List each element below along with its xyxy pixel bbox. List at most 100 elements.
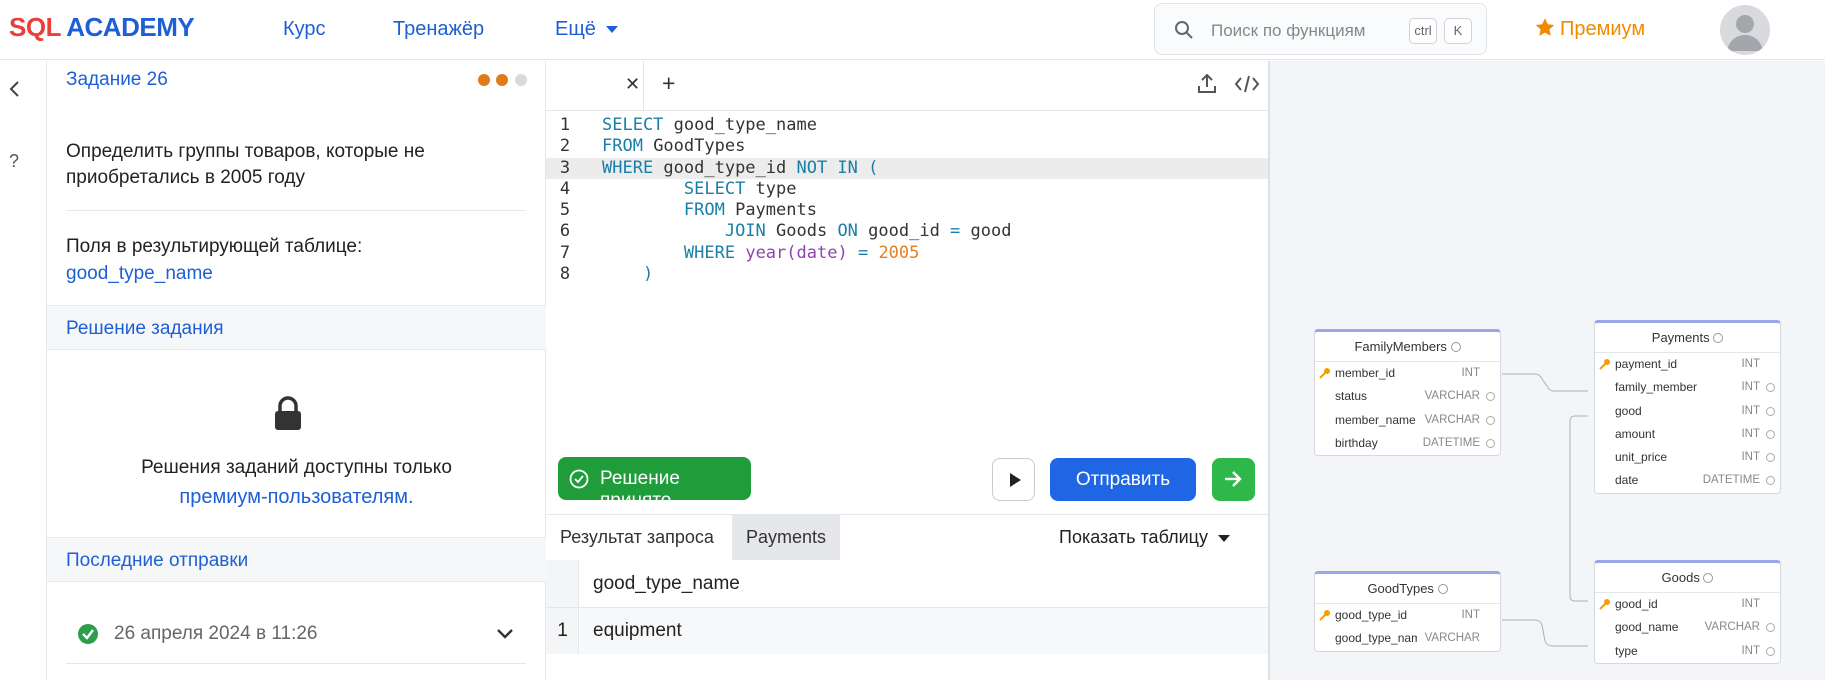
user-icon [1727,15,1763,51]
key-icon [1599,359,1610,370]
table-familymembers[interactable]: FamilyMembers member_id INT status VARCHAR… [1314,329,1501,457]
field-row: family_member INT [1595,376,1780,399]
solution-header[interactable]: Решение задания [47,305,546,350]
search-input[interactable]: Поиск по функциям [1211,21,1365,41]
close-icon[interactable]: ✕ [625,74,640,95]
help-icon [1486,438,1495,448]
next-task-button[interactable] [1212,458,1255,501]
arrow-right-icon [1225,471,1242,487]
field-type: INT [1461,609,1480,621]
tab-query-result[interactable]: Результат запроса [546,515,728,560]
show-table-dropdown[interactable]: Показать таблицу [1059,515,1230,560]
search-box[interactable]: Поиск по функциям ctrl K [1154,3,1487,55]
table-payments[interactable]: Payments payment_id INT family_member INT … [1594,320,1781,494]
show-table-label: Показать таблицу [1059,527,1208,547]
premium-users-link[interactable]: премиум-пользователям. [47,486,546,509]
plus-icon[interactable]: + [662,70,675,97]
code-editor[interactable]: ✕ + 1 SELECT good_type_name 2 FROM GoodTyp… [546,61,1268,514]
task-panel: Задание 26 Определить группы товаров, ко… [47,61,546,680]
kbd-k: K [1444,18,1472,44]
field-row: birthday DATETIME [1315,432,1500,455]
chevron-down-icon[interactable] [496,628,514,640]
submission-date[interactable]: 26 апреля 2024 в 11:26 [114,623,317,645]
top-bar: SQL ACADEMY Курс Тренажёр Ещё Поиск по ф… [0,0,1825,60]
send-button[interactable]: Отправить [1050,458,1196,501]
field-type: DATETIME [1422,436,1480,449]
field-type: INT [1741,381,1760,394]
check-circle-icon [78,624,98,649]
code-line: FROM Payments [683,200,817,221]
run-button[interactable] [992,458,1035,501]
schema-diagram[interactable]: FamilyMembers member_id INT status VARCHAR… [1268,61,1825,680]
field-name: good [1615,403,1642,418]
field-type: INT [1741,451,1760,464]
submissions-header[interactable]: Последние отправки [47,537,546,582]
chevron-down-icon [1217,534,1230,542]
tab-payments[interactable]: Payments [732,515,841,560]
code-line: WHERE good_type_id NOT IN ( [602,157,879,178]
line-number: 2 [559,136,571,157]
upload-icon[interactable] [1197,73,1217,95]
field-name: status [1335,389,1368,404]
help-icon[interactable]: ? [9,151,19,172]
nav-more[interactable]: Ещё [555,18,618,41]
field-row: unit_price INT [1595,446,1780,469]
logo[interactable]: SQL ACADEMY [9,12,195,43]
field-row: good_type_id INT [1315,604,1500,627]
field-row: type INT [1595,640,1780,663]
difficulty-indicator [478,73,527,91]
table-name: Goods [1661,570,1700,585]
code-icon[interactable] [1234,73,1260,95]
nav-trainer[interactable]: Тренажёр [393,18,484,41]
field-type: DATETIME [1702,474,1760,487]
field-name: member_id [1335,366,1396,380]
table-title: Payments [1595,323,1780,353]
fields-label: Поля в результирующей таблице: [66,236,363,257]
field-name: good_type_id [1335,608,1408,622]
premium-link[interactable]: Премиум [1534,17,1645,41]
key-icon [1599,599,1610,610]
code-line: JOIN Goods ON good_id = good [724,221,1012,242]
help-icon [1766,406,1775,416]
avatar[interactable] [1720,5,1770,55]
code-area[interactable]: 1 SELECT good_type_name 2 FROM GoodTypes 3… [546,115,1268,285]
chevron-left-icon[interactable] [8,79,22,99]
line-number: 5 [559,200,571,221]
line-number: 3 [559,157,571,178]
help-icon [1766,453,1775,463]
result-table: good_type_name 1 equipment [546,560,1268,681]
field-row: good_id INT [1595,593,1780,616]
table-title: FamilyMembers [1315,332,1500,362]
divider [66,663,526,664]
line-number: 4 [559,178,571,199]
results-panel: Результат запроса Payments Показать табл… [546,514,1268,680]
field-type: VARCHAR [1424,632,1480,645]
code-line: FROM GoodTypes [602,136,746,157]
field-row: amount INT [1595,423,1780,446]
search-icon [1175,21,1193,39]
field-row: member_name VARCHAR [1315,409,1500,432]
help-icon [1766,429,1775,439]
nav-more-label: Ещё [555,18,596,40]
table-goods[interactable]: Goods good_id INT good_name VARCHAR type IN… [1594,560,1781,664]
help-icon [1713,333,1724,343]
field-name: type [1615,643,1638,658]
accepted-label: Решение принято [600,468,680,511]
left-rail: ? [0,61,47,680]
field-type: VARCHAR [1704,621,1760,634]
key-icon [1319,368,1330,379]
row-index: 1 [557,620,568,641]
field-type: VARCHAR [1424,390,1480,403]
field-type: VARCHAR [1424,413,1480,426]
nav-course[interactable]: Курс [283,18,326,41]
help-icon [1766,623,1775,633]
help-icon [1486,415,1495,425]
table-name: FamilyMembers [1354,339,1447,354]
star-icon [1535,18,1555,36]
table-goodtypes[interactable]: GoodTypes good_type_id INT good_type_name… [1314,571,1501,652]
divider [66,210,526,211]
field-type: INT [1461,367,1480,379]
field-row: status VARCHAR [1315,385,1500,408]
field-name: good_type_name [1335,631,1417,646]
help-icon [1486,392,1495,402]
